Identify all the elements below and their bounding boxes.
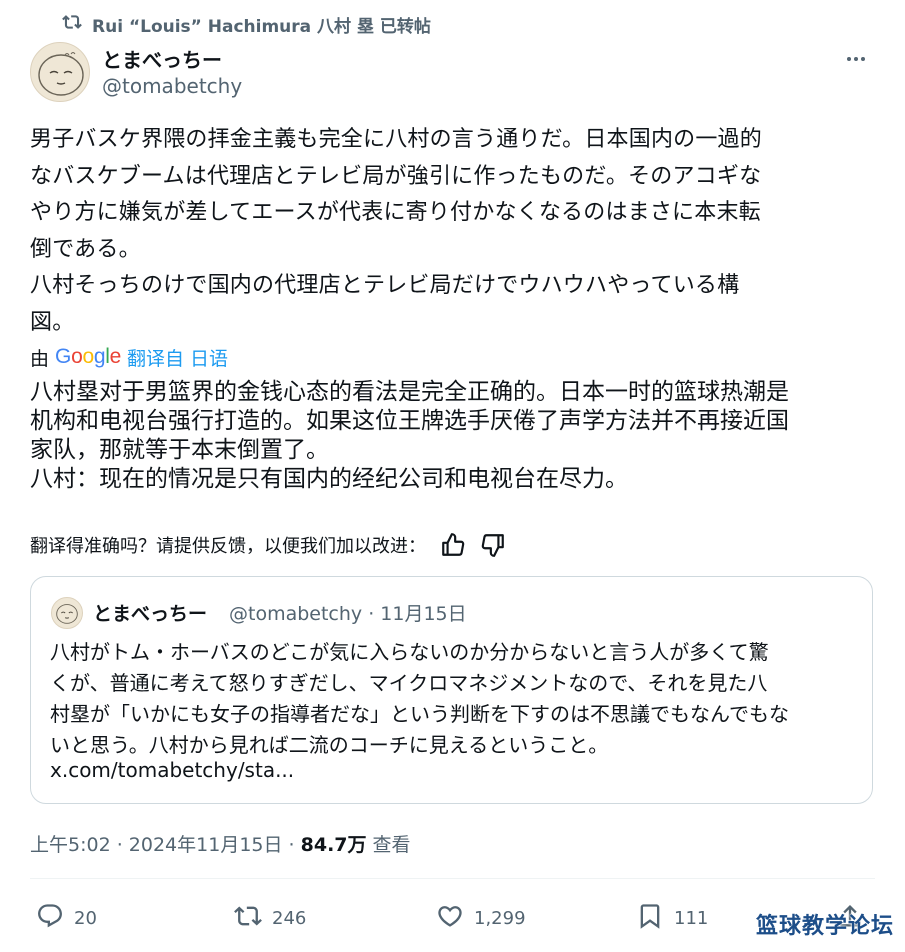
tweet-line: 男子バスケ界隈の拝金主義も完全に八村の言う通りだ。日本国内の一過的 <box>30 127 762 152</box>
avatar[interactable] <box>30 42 90 102</box>
author-handle[interactable]: @tomabetchy <box>102 74 242 98</box>
translation-feedback: 翻译得准确吗？请提供反馈，以便我们加以改进： <box>30 530 506 560</box>
quoted-line: いと思う。八村から見れば二流のコーチに見えるということ。 <box>50 733 609 757</box>
quoted-text: 八村がトム・ホーバスのどこが気に入らないのか分からないと言う人が多くて驚 くが、… <box>50 637 860 761</box>
bookmark-icon <box>636 902 664 935</box>
quoted-tweet[interactable]: とまべっちー @tomabetchy · 11月15日 八村がトム・ホーバスのど… <box>30 576 873 804</box>
reply-button[interactable]: 20 <box>36 900 97 936</box>
bookmark-button[interactable]: 111 <box>636 900 708 936</box>
retweet-button[interactable]: 246 <box>234 900 306 936</box>
author-name[interactable]: とまべっちー <box>102 44 222 73</box>
quoted-line: 八村がトム・ホーバスのどこが気に入らないのか分からないと言う人が多くて驚 <box>50 640 769 664</box>
tweet-line: 図。 <box>30 309 75 335</box>
retweet-icon <box>62 12 82 37</box>
quoted-line: くが、普通に考えて怒りすぎだし、マイクロマネジメントなので、それを見た八 <box>50 671 768 695</box>
watermark: 篮球教学论坛 <box>756 914 895 939</box>
view-count: 84.7万 <box>300 834 367 856</box>
tweet-line: 倒である。 <box>30 236 141 262</box>
translated-by-label: 由 <box>30 347 50 370</box>
thumbs-up-icon[interactable] <box>440 532 466 558</box>
views-label: 查看 <box>366 834 411 856</box>
like-button[interactable]: 1,299 <box>436 900 526 936</box>
tweet-timestamp: 上午5:02 · 2024年11月15日 · 84.7万 查看 <box>30 830 411 857</box>
bookmark-count: 111 <box>674 907 709 929</box>
reply-icon <box>36 902 64 935</box>
feedback-prompt: 翻译得准确吗？请提供反馈，以便我们加以改进： <box>30 536 426 557</box>
quoted-line: 村塁が「いかにも女子の指導者だな」という判断を下すのは不思議でもなんでもな <box>50 702 789 726</box>
quoted-link[interactable]: x.com/tomabetchy/sta... <box>50 758 294 782</box>
like-count: 1,299 <box>474 907 526 929</box>
retweet-text: Rui “Louis” Hachimura 八村 塁 已转帖 <box>92 16 431 37</box>
translated-line: 八村：现在的情况是只有国内的经纪公司和电视台在尽力。 <box>30 466 628 492</box>
translated-line: 机构和电视台强行打造的。如果这位王牌选手厌倦了声学方法并不再接近国 <box>30 408 789 434</box>
quoted-avatar[interactable] <box>51 597 83 629</box>
retweet-icon <box>234 902 262 935</box>
quoted-author-name[interactable]: とまべっちー <box>93 599 207 626</box>
translated-text: 八村塁对于男篮界的金钱心态的看法是完全正确的。日本一时的篮球热潮是 机构和电视台… <box>30 378 875 494</box>
action-bar: 20 246 1,299 111 <box>36 900 876 936</box>
tweet-line: 八村そっちのけで国内の代理店とテレビ局だけでウハウハやっている構 <box>30 273 740 298</box>
divider <box>30 878 875 879</box>
google-logo: Google <box>55 345 121 368</box>
tweet-line: なバスケブームは代理店とテレビ局が強引に作ったものだ。そのアコギな <box>30 163 762 189</box>
timestamp-time[interactable]: 上午5:02 · 2024年11月15日 · <box>30 834 301 856</box>
tweet-header: とまべっちー @tomabetchy <box>30 42 875 104</box>
tweet-line: やり方に嫌気が差してエースが代表に寄り付かなくなるのはまさに本末転 <box>30 200 761 225</box>
thumbs-down-icon[interactable] <box>480 532 506 558</box>
reply-count: 20 <box>74 907 97 929</box>
quoted-meta[interactable]: @tomabetchy · 11月15日 <box>229 599 467 626</box>
tweet-text: 男子バスケ界隈の拝金主義も完全に八村の言う通りだ。日本国内の一過的 なバスケブー… <box>30 122 875 341</box>
translated-from-link[interactable]: 翻译自 日语 <box>127 344 228 371</box>
heart-icon <box>436 902 464 935</box>
retweet-context[interactable]: Rui “Louis” Hachimura 八村 塁 已转帖 <box>62 10 431 38</box>
translated-line: 家队，那就等于本末倒置了。 <box>30 437 329 463</box>
translated-line: 八村塁对于男篮界的金钱心态的看法是完全正确的。日本一时的篮球热潮是 <box>30 379 789 405</box>
more-options-icon[interactable] <box>841 44 871 74</box>
translation-attribution: 由 Google 翻译自 日语 <box>30 342 228 372</box>
retweet-count: 246 <box>272 907 307 929</box>
